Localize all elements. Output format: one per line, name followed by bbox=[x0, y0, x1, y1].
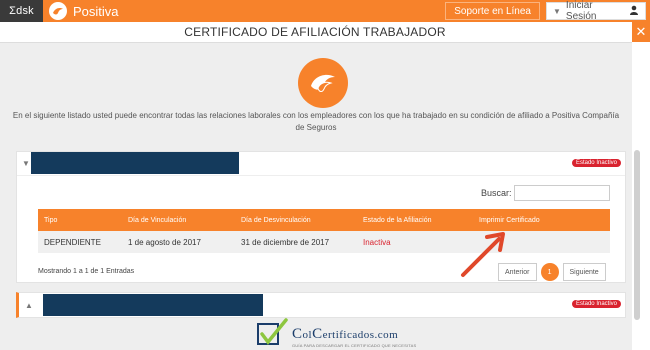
login-button[interactable]: ▼ Iniciar Sesión bbox=[546, 0, 646, 22]
search-label: Buscar: bbox=[481, 188, 512, 198]
watermark-subtitle: GUÍA PARA DESCARGAR EL CERTIFICADO QUE N… bbox=[292, 343, 417, 348]
annotation-arrow-icon bbox=[461, 232, 505, 277]
next-button[interactable]: Siguiente bbox=[562, 263, 606, 281]
cell-vinculacion: 1 de agosto de 2017 bbox=[128, 237, 201, 247]
login-label: Iniciar Sesión bbox=[565, 0, 597, 22]
scrollbar[interactable] bbox=[634, 150, 640, 320]
intro-text: En el siguiente listado usted puede enco… bbox=[12, 111, 620, 132]
col-imprimir[interactable]: Imprimir Certificado bbox=[475, 217, 610, 224]
top-bar: Σdsk Positiva Soporte en Línea ▼ Iniciar… bbox=[0, 0, 650, 22]
modal-title: CERTIFICADO DE AFILIACIÓN TRABAJADOR bbox=[184, 25, 446, 39]
employer-card: ▼ Estado Inactivo Buscar: Tipo Día de Vi… bbox=[16, 151, 626, 283]
chevron-down-icon: ▼ bbox=[553, 6, 561, 16]
caret-down-icon[interactable]: ▼ bbox=[22, 159, 30, 168]
brand-name[interactable]: Positiva bbox=[73, 4, 119, 19]
status-badge: Estado Inactivo bbox=[571, 159, 621, 167]
watermark-logo: ColCertificados.com GUÍA PARA DESCARGAR … bbox=[256, 318, 416, 348]
redacted-employer-name bbox=[43, 294, 263, 316]
col-vinculacion[interactable]: Día de Vinculación bbox=[124, 217, 237, 224]
positiva-emblem-icon bbox=[298, 58, 348, 108]
redacted-employer-name bbox=[31, 152, 239, 174]
employer-card-header[interactable]: ▼ Estado Inactivo bbox=[17, 152, 625, 176]
table-header: Tipo Día de Vinculación Día de Desvincul… bbox=[38, 209, 610, 231]
cell-tipo: DEPENDIENTE bbox=[44, 237, 101, 247]
user-icon bbox=[629, 5, 639, 18]
check-icon bbox=[257, 318, 288, 345]
entries-info: Mostrando 1 a 1 de 1 Entradas bbox=[38, 268, 135, 275]
caret-up-icon[interactable]: ▲ bbox=[25, 301, 33, 310]
watermark-title: ColCertificados.com bbox=[292, 326, 399, 342]
close-icon[interactable]: ✕ bbox=[632, 22, 650, 42]
page-1-button[interactable]: 1 bbox=[540, 263, 559, 281]
status-badge: Estado Inactivo bbox=[571, 300, 621, 308]
positiva-logo-icon bbox=[49, 2, 67, 20]
col-tipo[interactable]: Tipo bbox=[38, 217, 124, 224]
col-desvinculacion[interactable]: Día de Desvinculación bbox=[237, 217, 359, 224]
support-button[interactable]: Soporte en Línea bbox=[445, 2, 540, 20]
search-input[interactable] bbox=[514, 185, 610, 201]
affiliation-table: Tipo Día de Vinculación Día de Desvincul… bbox=[38, 209, 610, 253]
employer-card-collapsed[interactable]: ▲ Estado Inactivo bbox=[16, 292, 626, 318]
brand-short[interactable]: Σdsk bbox=[0, 0, 43, 22]
cell-desvinculacion: 31 de diciembre de 2017 bbox=[241, 237, 330, 247]
col-estado[interactable]: Estado de la Afiliación bbox=[359, 217, 475, 224]
table-row: DEPENDIENTE 1 de agosto de 2017 31 de di… bbox=[38, 231, 610, 253]
